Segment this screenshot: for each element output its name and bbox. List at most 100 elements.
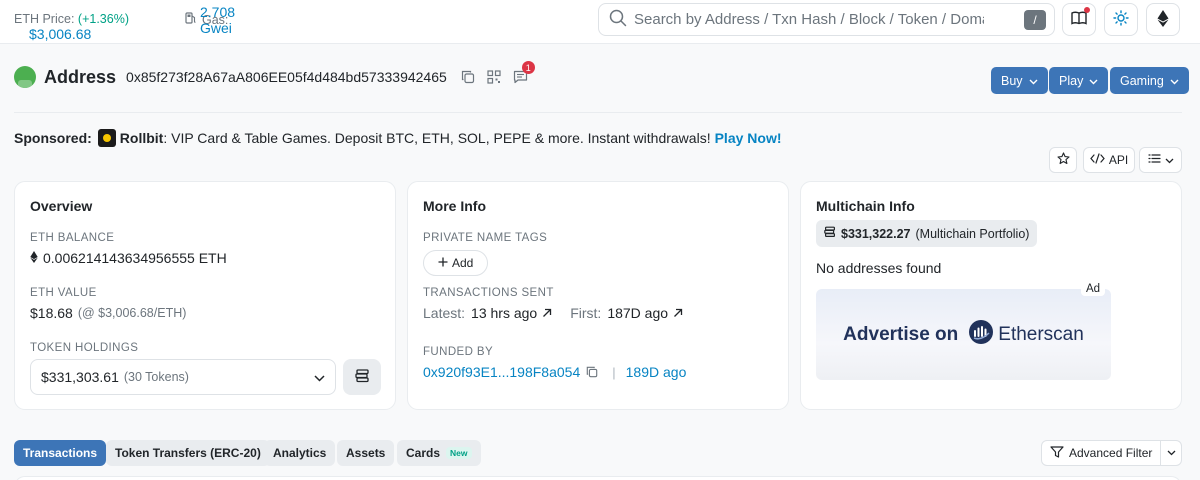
overview-card: Overview ETH BALANCE 0.00621414363495655… [14,181,396,410]
api-button-label: API [1108,153,1129,167]
tab-label: Assets [346,446,386,460]
search-input[interactable] [634,11,984,28]
play-button-label: Play [1059,73,1084,88]
search-icon [609,9,627,30]
sponsor-text: : VIP Card & Table Games. Deposit BTC, E… [163,130,711,146]
star-icon [1056,152,1070,168]
buy-button-label: Buy [1001,73,1023,88]
eth-balance-value: 0.006214143634956555 ETH [43,250,227,266]
first-value: 187D ago [607,305,669,321]
tab-label: Cards [406,446,441,460]
add-name-tag-button[interactable]: Add [423,250,489,276]
portfolio-label: (Multichain Portfolio) [915,226,1030,241]
arrow-up-right-icon[interactable] [673,308,683,318]
ad-brand-name: Etherscan [998,323,1084,345]
transactions-panel [14,476,1182,480]
eth-value-label: ETH VALUE [30,287,97,299]
advanced-filter[interactable]: Advanced Filter [1041,440,1182,466]
book-icon [1071,11,1087,28]
latest-label: Latest: [423,305,466,321]
token-holdings-dropdown[interactable]: $331,303.61 (30 Tokens) [30,359,336,395]
eth-value-rate: (@ $3,006.68/ETH) [77,306,187,320]
search-bar[interactable]: / [598,3,1055,36]
news-button[interactable] [1062,3,1096,36]
multichain-info-card: Multichain Info $331,322.27 (Multichain … [800,181,1182,410]
ethereum-icon [1157,9,1169,30]
eth-balance: 0.006214143634956555 ETH [30,250,227,266]
portfolio-value: $331,322.27 [841,226,911,241]
network-selector-button[interactable] [1146,3,1180,36]
transactions-sent-label: TRANSACTIONS SENT [423,287,554,299]
ethereum-icon [30,250,38,266]
transactions-sent: Latest: 13 hrs ago First: 187D ago [423,305,683,321]
arrow-up-right-icon[interactable] [542,308,552,318]
comment-icon[interactable]: 1 [513,61,535,84]
advanced-filter-label: Advanced Filter [1069,446,1153,460]
favorite-button[interactable] [1049,147,1077,173]
code-icon [1090,153,1105,167]
chevron-down-icon [314,369,325,385]
tab-token-transfers[interactable]: Token Transfers (ERC-20) [106,440,270,466]
more-info-title: More Info [423,198,486,214]
tab-label: Transactions [23,446,98,460]
gaming-button-label: Gaming [1120,73,1164,88]
gas-value[interactable]: 2.708 Gwei [200,4,235,36]
tab-assets[interactable]: Assets [337,440,395,466]
gas-price: Gas: 2.708 Gwei [185,4,235,36]
chevron-down-icon[interactable] [1161,450,1181,456]
play-dropdown-button[interactable]: Play [1049,67,1109,94]
eth-price-change: (+1.36%) [77,12,129,26]
funded-by-label: FUNDED BY [423,346,494,358]
sponsor-brand[interactable]: Rollbit [120,130,164,146]
tab-transactions[interactable]: Transactions [14,440,107,466]
advanced-filter-button[interactable]: Advanced Filter [1042,441,1162,465]
ad-text: Advertise on [843,323,959,345]
search-shortcut-key: / [1024,10,1046,30]
separator: | [612,364,616,380]
funded-by-address-link[interactable]: 0x920f93E1...198F8a054 [423,364,580,380]
eth-value: $18.68 (@ $3,006.68/ETH) [30,305,186,321]
etherscan-logo-icon [968,319,994,351]
filter-icon [1050,445,1064,461]
first-label: First: [570,305,602,321]
token-portfolio-button[interactable] [343,359,381,395]
tab-analytics[interactable]: Analytics [264,440,336,466]
eth-price: ETH Price: $3,006.68 (+1.36%) [14,12,129,42]
etherscan-ad-banner[interactable]: Advertise on Etherscan [816,289,1111,380]
sponsor-cta-link[interactable]: Play Now! [715,130,782,146]
add-button-label: Add [452,256,474,270]
tab-cards[interactable]: Cards New [397,440,481,466]
address-avatar [14,66,36,88]
copy-icon[interactable] [586,366,598,378]
notification-dot [1084,7,1090,13]
ad-brand: Etherscan [968,319,1084,351]
ad-tag: Ad [1081,282,1106,296]
multichain-title: Multichain Info [816,198,915,214]
eth-price-label: ETH Price: [14,12,75,26]
more-options-button[interactable] [1139,147,1182,173]
no-addresses-text: No addresses found [816,260,942,276]
sponsored-banner: Sponsored: Rollbit : VIP Card & Table Ga… [14,129,782,147]
token-holdings-count: (30 Tokens) [123,370,189,384]
new-badge: New [446,447,472,459]
qr-code-icon[interactable] [487,70,501,84]
chevron-down-icon [1165,153,1174,167]
wallet-icon [824,226,836,241]
list-icon [1147,153,1161,167]
api-button[interactable]: API [1083,147,1135,173]
eth-price-value[interactable]: $3,006.68 [29,26,91,42]
gaming-dropdown-button[interactable]: Gaming [1110,67,1189,94]
funded-by: 0x920f93E1...198F8a054 | 189D ago [423,364,686,380]
copy-icon[interactable] [461,70,475,84]
sun-icon [1113,10,1129,29]
multichain-portfolio-button[interactable]: $331,322.27 (Multichain Portfolio) [816,220,1038,247]
chevron-down-icon [1170,74,1179,88]
wallet-icon [354,368,370,386]
plus-icon [438,256,448,270]
address-header: Address 0x85f273f28A67aA806EE05f4d484bd5… [14,61,540,88]
theme-toggle-button[interactable] [1104,3,1138,36]
more-info-card: More Info PRIVATE NAME TAGS Add TRANSACT… [407,181,789,410]
buy-dropdown-button[interactable]: Buy [991,67,1048,94]
eth-balance-label: ETH BALANCE [30,232,115,244]
funded-by-age-link[interactable]: 189D ago [626,364,687,380]
